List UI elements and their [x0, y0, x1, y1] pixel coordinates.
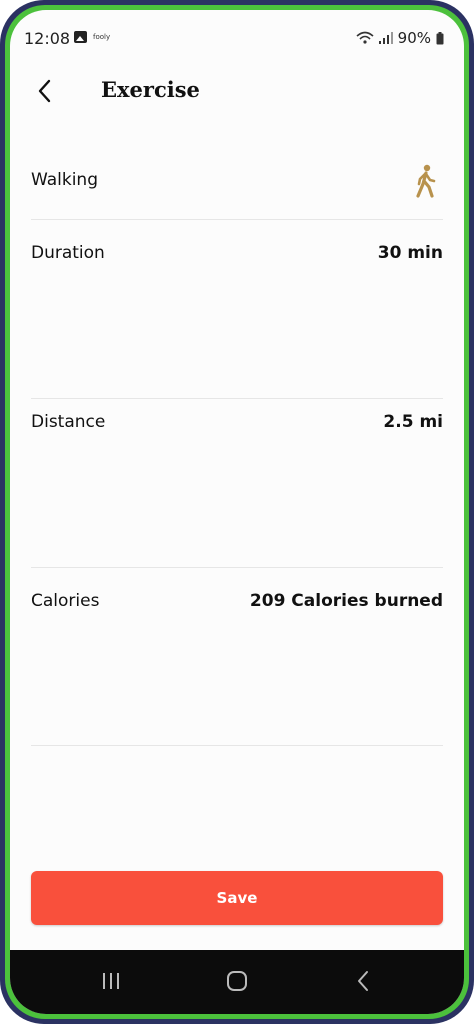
app-notification-label: fooly: [93, 33, 111, 41]
status-notification-icons: fooly: [74, 31, 110, 43]
status-time: 12:08: [24, 29, 71, 48]
home-icon: [227, 971, 247, 991]
calories-label: Calories: [31, 591, 100, 611]
distance-value: 2.5 mi: [383, 412, 443, 432]
device-frame-inner: 12:08 fooly 90% Exercise Walking Duratio…: [5, 5, 469, 1019]
activity-label: Walking: [31, 170, 98, 190]
page-title: Exercise: [101, 77, 200, 102]
divider: [31, 398, 443, 399]
distance-label: Distance: [31, 412, 106, 432]
activity-row[interactable]: Walking: [31, 164, 443, 200]
recent-apps-icon: [103, 973, 119, 989]
system-back-icon: [358, 971, 368, 991]
status-right-group: 90%: [356, 29, 444, 47]
home-button[interactable]: [222, 968, 252, 994]
walking-person-icon: [415, 164, 437, 202]
duration-label: Duration: [31, 243, 105, 263]
app-header: Exercise: [10, 66, 464, 116]
back-button[interactable]: [32, 76, 58, 106]
wifi-icon: [356, 31, 374, 45]
device-frame: 12:08 fooly 90% Exercise Walking Duratio…: [0, 0, 474, 1024]
recent-apps-button[interactable]: [96, 968, 126, 994]
divider: [31, 219, 443, 220]
screen: 12:08 fooly 90% Exercise Walking Duratio…: [10, 10, 464, 1014]
image-notification-icon: [74, 31, 87, 43]
chevron-left-icon: [38, 79, 51, 103]
system-nav-bar: [10, 950, 464, 1014]
duration-value: 30 min: [377, 243, 443, 263]
signal-icon: [378, 32, 393, 44]
status-bar: 12:08 fooly 90%: [10, 10, 464, 54]
calories-row[interactable]: Calories 209 Calories burned: [31, 591, 443, 621]
calories-value: 209 Calories burned: [249, 591, 443, 611]
divider: [31, 567, 443, 568]
divider: [31, 745, 443, 746]
system-back-button[interactable]: [348, 968, 378, 994]
battery-percent: 90%: [397, 29, 431, 47]
duration-row[interactable]: Duration 30 min: [31, 243, 443, 273]
battery-icon: [436, 31, 444, 45]
distance-row[interactable]: Distance 2.5 mi: [31, 412, 443, 442]
save-button[interactable]: Save: [31, 871, 443, 925]
